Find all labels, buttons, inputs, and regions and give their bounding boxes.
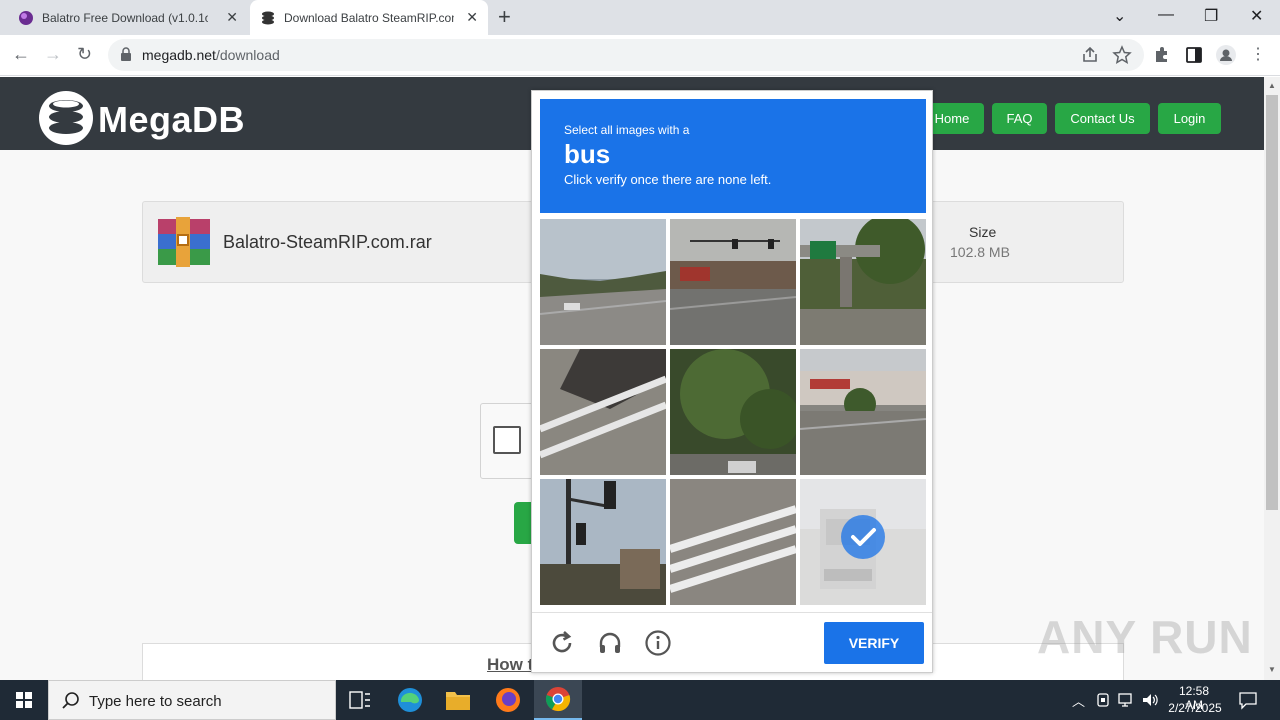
anyrun-watermark: ANY RUN [1037, 611, 1253, 663]
page-scrollbar[interactable]: ▲ ▼ [1264, 77, 1280, 680]
challenge-tile[interactable] [800, 349, 926, 475]
challenge-header: Select all images with a bus Click verif… [540, 99, 926, 213]
lock-icon [121, 47, 131, 61]
challenge-tile[interactable] [670, 219, 796, 345]
site-favicon-icon [19, 10, 33, 25]
tile-image [540, 349, 666, 475]
nav-login-button[interactable]: Login [1158, 103, 1221, 134]
tab-title: Balatro Free Download (v1.0.1o) [42, 10, 208, 25]
challenge-footer: VERIFY [532, 612, 932, 672]
browser-toolbar: ← → ↻ megadb.net/download ⋮ [0, 35, 1280, 76]
url-path: /download [215, 47, 280, 63]
challenge-tile[interactable] [540, 479, 666, 605]
folder-icon [446, 692, 470, 710]
firefox-icon[interactable] [484, 680, 532, 720]
challenge-tile[interactable] [540, 219, 666, 345]
scroll-down-icon[interactable]: ▼ [1268, 665, 1276, 674]
site-logo-text[interactable]: MegaDB [98, 99, 245, 141]
extensions-puzzle-icon[interactable] [1152, 45, 1172, 65]
chrome-logo-icon [545, 687, 571, 712]
minimize-icon[interactable]: — [1158, 6, 1174, 24]
profile-avatar-icon[interactable] [1216, 45, 1236, 65]
windows-start-icon[interactable] [0, 680, 48, 720]
tile-image [670, 349, 796, 475]
edge-logo-icon [398, 688, 422, 712]
close-tab-icon[interactable]: ✕ [226, 9, 238, 26]
url-text: megadb.net/download [142, 47, 280, 63]
browser-tab-strip: Balatro Free Download (v1.0.1o) ✕ Downlo… [0, 0, 1280, 35]
bookmark-star-icon[interactable] [1112, 45, 1132, 65]
taskbar-search-box[interactable]: Type here to search [48, 680, 336, 720]
tile-image [800, 219, 926, 345]
scroll-thumb[interactable] [1266, 95, 1278, 510]
forward-arrow-icon[interactable]: → [44, 44, 62, 65]
info-icon[interactable] [644, 629, 672, 657]
side-panel-icon[interactable] [1184, 45, 1204, 65]
restore-icon[interactable]: ❐ [1204, 6, 1218, 26]
chrome-menu-icon[interactable]: ⋮ [1250, 44, 1266, 64]
tile-image [800, 349, 926, 475]
tab-download-balatro[interactable]: Download Balatro SteamRIP.com ✕ [250, 0, 488, 35]
tab-search-chevron-icon[interactable]: ⌄ [1113, 6, 1126, 26]
file-name: Balatro-SteamRIP.com.rar [223, 232, 432, 252]
nav-contact-button[interactable]: Contact Us [1055, 103, 1150, 134]
size-value: 102.8 MB [950, 244, 1010, 260]
task-view-icon[interactable] [336, 680, 384, 720]
notifications-icon[interactable] [1238, 690, 1258, 710]
close-window-icon[interactable]: ✕ [1250, 6, 1263, 26]
task-view-glyph-icon [349, 691, 370, 709]
reload-challenge-icon[interactable] [548, 629, 576, 657]
firefox-logo-icon [496, 688, 520, 712]
search-icon [62, 692, 79, 709]
network-icon[interactable] [1118, 692, 1136, 708]
size-label: Size [969, 224, 997, 240]
clock-date[interactable]: 2/27/2025 [1165, 701, 1225, 715]
address-bar[interactable]: megadb.net/download [108, 39, 1144, 71]
tray-device-icon[interactable] [1096, 692, 1110, 708]
challenge-tile[interactable] [800, 219, 926, 345]
verify-button[interactable]: VERIFY [824, 622, 924, 664]
windows-taskbar: Type here to search ︿ 12:58 AM 2/27/2025 [0, 680, 1280, 720]
megadb-logo-icon [39, 91, 93, 145]
tray-overflow-chevron-icon[interactable]: ︿ [1072, 691, 1085, 710]
challenge-tile[interactable] [540, 349, 666, 475]
winrar-archive-icon [158, 217, 210, 267]
tab-balatro-free-download[interactable]: Balatro Free Download (v1.0.1o) ✕ [8, 0, 248, 35]
file-explorer-icon[interactable] [434, 680, 482, 720]
chrome-icon[interactable] [534, 680, 582, 720]
challenge-tile-selected[interactable] [800, 479, 926, 605]
recaptcha-checkbox[interactable] [493, 426, 521, 454]
share-icon[interactable] [1080, 45, 1100, 65]
reload-icon[interactable]: ↻ [77, 44, 92, 65]
volume-icon[interactable] [1142, 692, 1160, 708]
challenge-target-word: bus [564, 139, 611, 169]
recaptcha-challenge-dialog: Select all images with a bus Click verif… [531, 90, 933, 673]
scroll-up-icon[interactable]: ▲ [1268, 81, 1276, 90]
check-circle-icon [841, 515, 885, 559]
tile-image [540, 479, 666, 605]
challenge-tile[interactable] [670, 479, 796, 605]
audio-challenge-headphones-icon[interactable] [596, 629, 624, 657]
challenge-subtext: Click verify once there are none left. [564, 172, 772, 187]
tab-title: Download Balatro SteamRIP.com [284, 10, 454, 25]
megadb-favicon-icon [262, 11, 274, 24]
url-host: megadb.net [142, 47, 216, 63]
search-placeholder: Type here to search [89, 693, 222, 710]
close-tab-icon[interactable]: ✕ [466, 9, 478, 26]
new-tab-button[interactable]: + [498, 4, 511, 30]
tile-image [670, 479, 796, 605]
tile-image [670, 219, 796, 345]
challenge-tile[interactable] [670, 349, 796, 475]
howto-link[interactable]: How t [487, 655, 533, 675]
edge-browser-icon[interactable] [386, 680, 434, 720]
back-arrow-icon[interactable]: ← [12, 44, 30, 65]
challenge-instruction: Select all images with a [564, 123, 690, 137]
nav-faq-button[interactable]: FAQ [992, 103, 1047, 134]
tile-image [540, 219, 666, 345]
